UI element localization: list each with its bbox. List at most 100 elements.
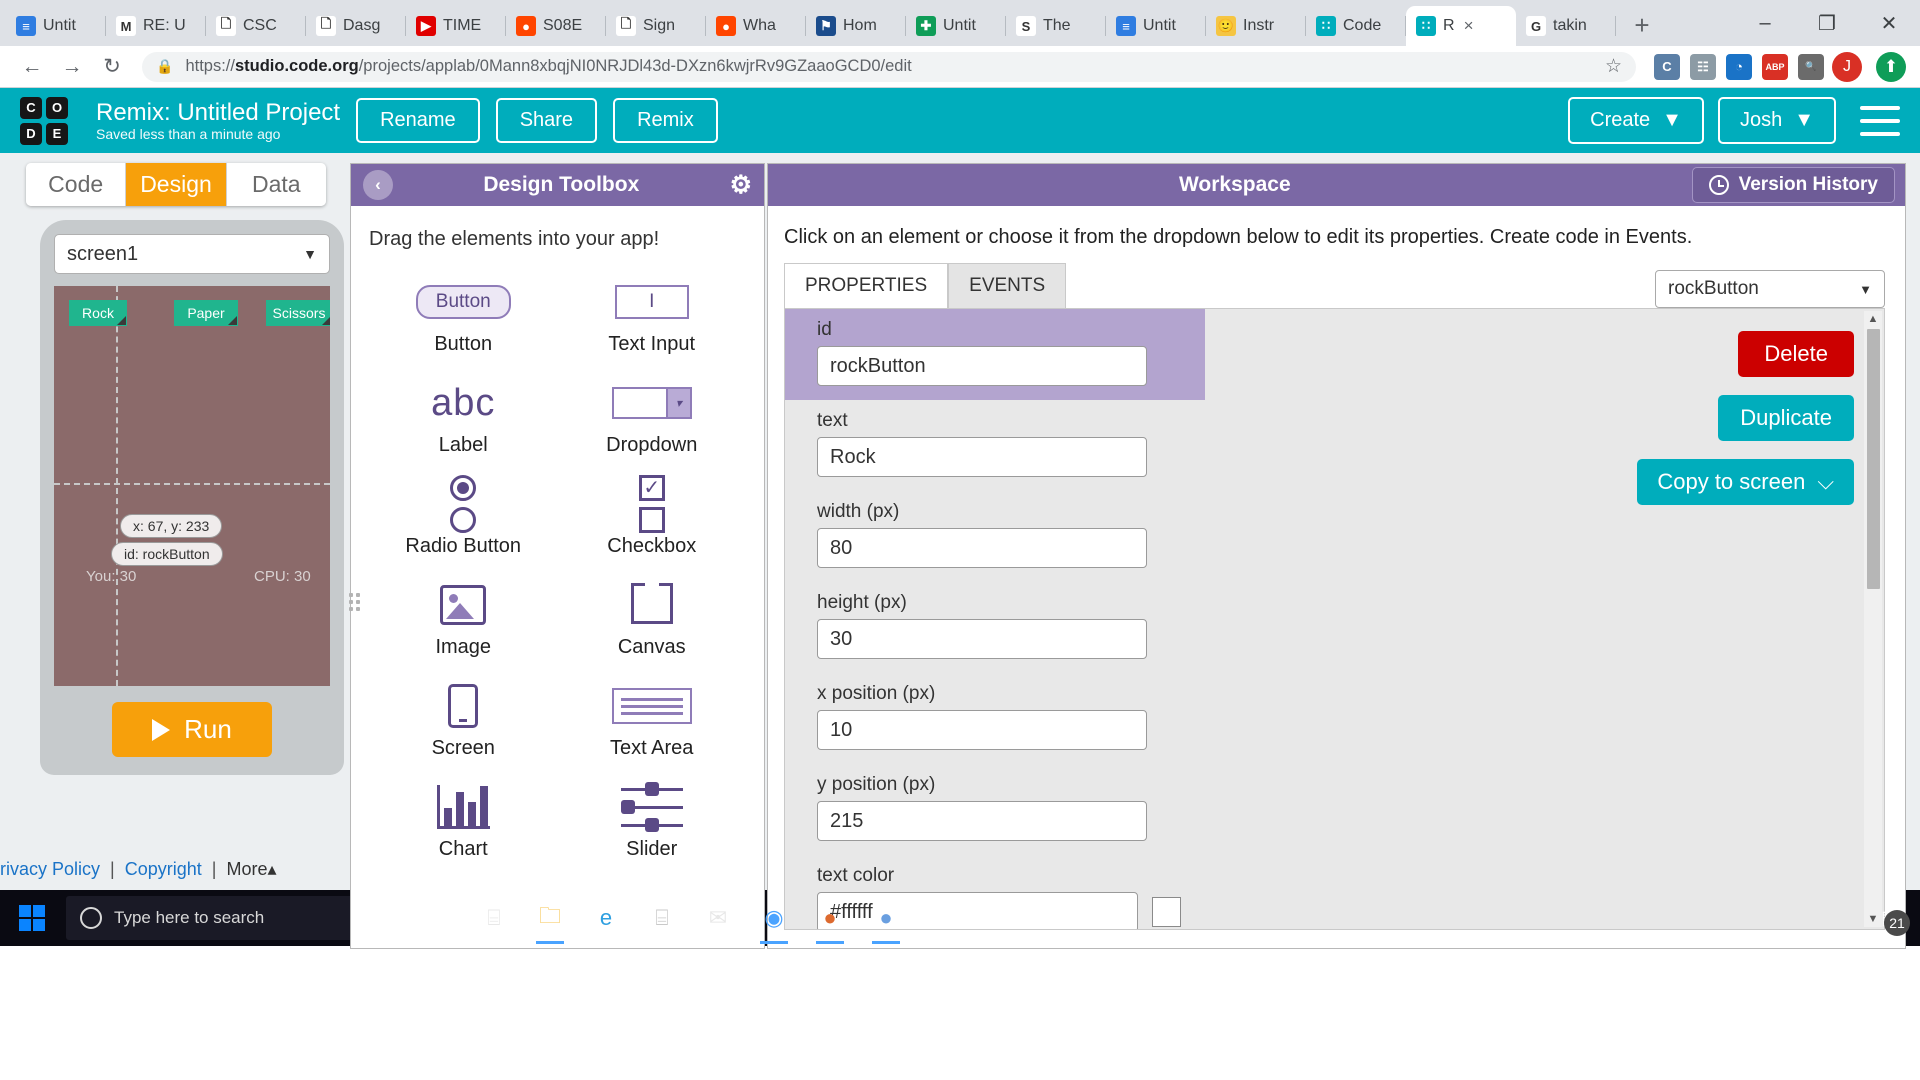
toolbox-item-checkbox[interactable]: ✓ Checkbox — [558, 467, 747, 562]
file-explorer-icon[interactable]: 🗀 — [522, 890, 578, 946]
zoom-extension-icon[interactable]: 🔍 — [1798, 53, 1824, 80]
browser-tab[interactable]: 🙂 Instr — [1206, 6, 1306, 46]
browser-tab[interactable]: ● Wha — [706, 6, 806, 46]
mail-icon[interactable]: ✉ — [690, 890, 746, 946]
browser-tab[interactable]: ⚑ Hom — [806, 6, 906, 46]
abp-extension-icon[interactable]: ABP — [1762, 53, 1788, 80]
ubuntu-icon[interactable]: ● — [802, 890, 858, 946]
property-input[interactable]: 215 — [817, 801, 1147, 841]
element-selector-dropdown[interactable]: rockButton ▼ — [1655, 270, 1885, 308]
more-link[interactable]: More▴ — [226, 859, 276, 880]
mode-tab-data[interactable]: Data — [226, 163, 326, 206]
dolphin-icon[interactable]: ● — [858, 890, 914, 946]
browser-tab[interactable]: ● S08E — [506, 6, 606, 46]
task-view-icon[interactable]: ⌸ — [466, 890, 522, 946]
rename-button[interactable]: Rename — [356, 98, 480, 143]
close-icon[interactable]: × — [1464, 16, 1474, 36]
toolbox-item-text-input[interactable]: I Text Input — [558, 265, 747, 360]
app-button-scissors[interactable]: Scissors — [266, 300, 330, 326]
reload-icon[interactable]: ↻ — [94, 49, 130, 85]
property-group: x position (px) 10 — [803, 673, 1205, 764]
scrollbar-thumb[interactable] — [1866, 329, 1880, 589]
new-tab-button[interactable]: + — [1624, 7, 1660, 43]
browser-tab[interactable]: ≡ Untit — [1106, 6, 1206, 46]
browser-tab[interactable]: 🗋 CSC — [206, 6, 306, 46]
tab-properties[interactable]: PROPERTIES — [784, 263, 949, 308]
property-input[interactable]: Rock — [817, 437, 1147, 477]
properties-scrollbar[interactable]: ▲ ▼ — [1864, 311, 1882, 927]
app-canvas[interactable]: Rock Paper Scissors x: 67, y: 233 id: rock… — [54, 286, 330, 686]
bookmark-star-icon[interactable]: ☆ — [1605, 55, 1622, 78]
tab-events[interactable]: EVENTS — [948, 263, 1067, 308]
create-menu-button[interactable]: Create ▼ — [1568, 97, 1704, 144]
start-button[interactable] — [0, 890, 64, 946]
delete-button[interactable]: Delete — [1738, 331, 1854, 377]
mode-tab-design[interactable]: Design — [126, 163, 227, 206]
duplicate-button[interactable]: Duplicate — [1718, 395, 1854, 441]
browser-tab[interactable]: 🗋 Dasg — [306, 6, 406, 46]
minimize-window-button[interactable]: – — [1734, 0, 1796, 46]
screen-selector[interactable]: screen1 ▼ — [54, 234, 330, 274]
c-extension-icon[interactable]: C — [1654, 53, 1680, 80]
resize-handle[interactable] — [117, 316, 126, 325]
toolbox-item-image[interactable]: Image — [369, 568, 558, 663]
resize-handle[interactable] — [322, 316, 330, 325]
property-input[interactable]: 80 — [817, 528, 1147, 568]
back-icon[interactable]: ← — [14, 49, 50, 85]
share-button[interactable]: Share — [495, 98, 598, 143]
browser-tab[interactable]: Gtakin — [1516, 6, 1616, 46]
toolbox-item-chart[interactable]: Chart — [369, 770, 558, 865]
toolbox-item-canvas[interactable]: Canvas — [558, 568, 747, 663]
remix-button[interactable]: Remix — [613, 98, 718, 143]
browser-tab[interactable]: ▶ TIME — [406, 6, 506, 46]
copyright-link[interactable]: Copyright — [125, 859, 202, 880]
privacy-policy-link[interactable]: rivacy Policy — [0, 859, 100, 880]
hamburger-menu-icon[interactable] — [1860, 105, 1900, 136]
gear-icon[interactable]: ⚙ — [730, 170, 752, 200]
collapse-panel-icon[interactable]: ‹ — [363, 170, 393, 200]
property-input[interactable]: 30 — [817, 619, 1147, 659]
app-button-rock[interactable]: Rock — [69, 300, 127, 326]
toolbox-item-screen[interactable]: Screen — [369, 669, 558, 764]
browser-tab[interactable]: S The — [1006, 6, 1106, 46]
copy-to-screen-button[interactable]: Copy to screen ⌵ — [1637, 459, 1854, 505]
profile-avatar[interactable]: J — [1832, 51, 1862, 82]
browser-tab[interactable]: ≡ Untit — [6, 6, 106, 46]
close-window-button[interactable]: ✕ — [1858, 0, 1920, 46]
browser-menu-icon[interactable]: ⬆ — [1876, 51, 1906, 82]
edge-icon[interactable]: e — [578, 890, 634, 946]
run-button[interactable]: Run — [112, 702, 272, 757]
address-bar[interactable]: 🔒 https://studio.code.org/projects/appla… — [142, 51, 1636, 82]
browser-tab[interactable]: ∷ Code — [1306, 6, 1406, 46]
panel-drag-handle[interactable] — [349, 593, 360, 617]
resize-handle[interactable] — [228, 316, 237, 325]
forward-icon[interactable]: → — [54, 49, 90, 85]
toolbox-item-dropdown[interactable]: ▾ Dropdown — [558, 366, 747, 461]
version-history-button[interactable]: Version History — [1691, 167, 1895, 203]
browser-tab[interactable]: 🗋 Sign — [606, 6, 706, 46]
property-input[interactable]: rockButton — [817, 346, 1147, 386]
toolbox-item-text-area[interactable]: Text Area — [558, 669, 747, 764]
app-button-label: Scissors — [272, 305, 326, 321]
chrome-icon[interactable]: ◉ — [746, 890, 802, 946]
store-icon[interactable]: ⌸ — [634, 890, 690, 946]
color-swatch[interactable] — [1151, 897, 1181, 927]
browser-tab[interactable]: ∷ R × — [1406, 6, 1516, 46]
toolbox-item-button[interactable]: Button Button — [369, 265, 558, 360]
chevron-down-icon: ▼ — [1794, 109, 1814, 131]
mode-tab-code[interactable]: Code — [26, 163, 127, 206]
property-input[interactable]: 10 — [817, 710, 1147, 750]
toolbox-item-slider[interactable]: Slider — [558, 770, 747, 865]
toolbox-item-label[interactable]: abc Label — [369, 366, 558, 461]
user-menu-button[interactable]: Josh ▼ — [1717, 97, 1836, 144]
maximize-window-button[interactable]: ❐ — [1796, 0, 1858, 46]
note-extension-icon[interactable]: ☷ — [1690, 53, 1716, 80]
notifications-button[interactable]: ▤ 21 — [1870, 890, 1910, 946]
codeorg-logo[interactable]: C O D E — [20, 96, 68, 145]
globe-extension-icon[interactable]: ◔ — [1726, 53, 1752, 80]
browser-tab[interactable]: ✚ Untit — [906, 6, 1006, 46]
toolbox-item-radio-button[interactable]: Radio Button — [369, 467, 558, 562]
app-button-paper[interactable]: Paper — [174, 300, 238, 326]
scroll-up-icon[interactable]: ▲ — [1868, 311, 1879, 327]
browser-tab[interactable]: M RE: U — [106, 6, 206, 46]
